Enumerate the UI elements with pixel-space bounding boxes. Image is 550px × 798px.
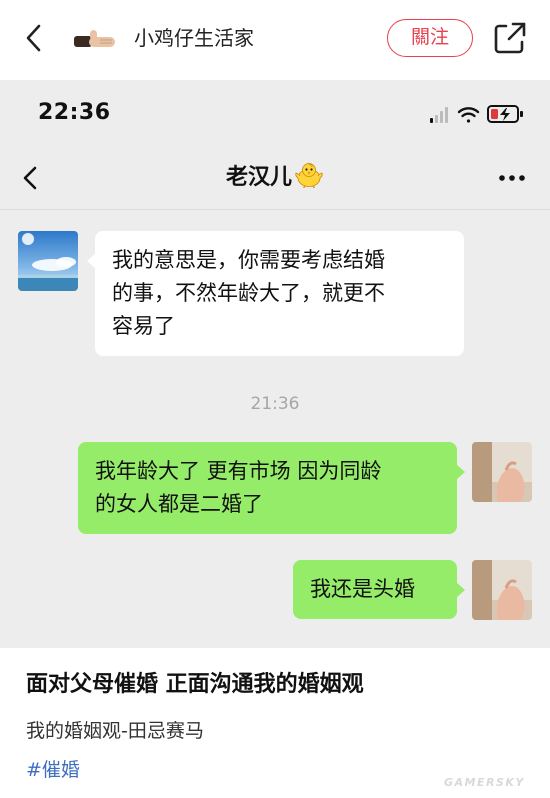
message-line: 我还是头婚 <box>310 577 415 601</box>
status-clock: 22:36 <box>38 100 111 125</box>
battery-icon <box>487 105 523 123</box>
watermark: GAMERSKY <box>444 776 525 789</box>
follow-button[interactable]: 關注 <box>387 19 473 57</box>
signal-icon <box>430 107 448 123</box>
post-body-text: 我的婚姻观-田忌赛马 <box>26 720 204 742</box>
phone-status-bar: 22:36 <box>0 80 550 146</box>
hashtag-link[interactable]: #催婚 <box>26 756 80 784</box>
chat-timestamp: 21:36 <box>250 394 300 414</box>
message-line: 容易了 <box>112 314 175 338</box>
author-avatar[interactable] <box>74 28 122 50</box>
message-line: 的事，不然年龄大了，就更不 <box>112 281 385 305</box>
contact-name: 老汉儿 <box>225 165 292 190</box>
author-name[interactable]: 小鸡仔生活家 <box>134 24 254 52</box>
contact-avatar[interactable] <box>18 231 78 291</box>
message-bubble-received: 我的意思是，你需要考虑结婚 的事，不然年龄大了，就更不 容易了 <box>87 231 464 356</box>
back-chevron-icon[interactable] <box>20 20 50 56</box>
chat-contact-title[interactable]: 老汉儿 <box>0 162 550 193</box>
message-line: 我年龄大了 更有市场 因为同龄 <box>95 459 382 483</box>
share-icon[interactable] <box>490 18 530 58</box>
chat-nav-bar: 老汉儿 <box>0 146 550 210</box>
status-icons <box>428 102 532 126</box>
message-line: 的女人都是二婚了 <box>95 492 263 516</box>
post-title: 面对父母催婚 正面沟通我的婚姻观 <box>26 672 364 697</box>
chat-screenshot-image: 22:36 老汉儿 我的意思是，你需要考虑结婚 的事，不然年龄大了，就更不 容易… <box>0 80 550 648</box>
wifi-icon <box>457 107 480 123</box>
self-avatar[interactable] <box>472 560 532 620</box>
app-header: 小鸡仔生活家 關注 <box>0 0 550 78</box>
message-bubble-sent: 我年龄大了 更有市场 因为同龄 的女人都是二婚了 <box>78 442 465 534</box>
more-dots-icon[interactable] <box>494 168 530 188</box>
self-avatar[interactable] <box>472 442 532 502</box>
message-bubble-sent: 我还是头婚 <box>293 560 465 619</box>
message-line: 我的意思是，你需要考虑结婚 <box>112 248 385 272</box>
chick-emoji-icon <box>294 162 324 189</box>
